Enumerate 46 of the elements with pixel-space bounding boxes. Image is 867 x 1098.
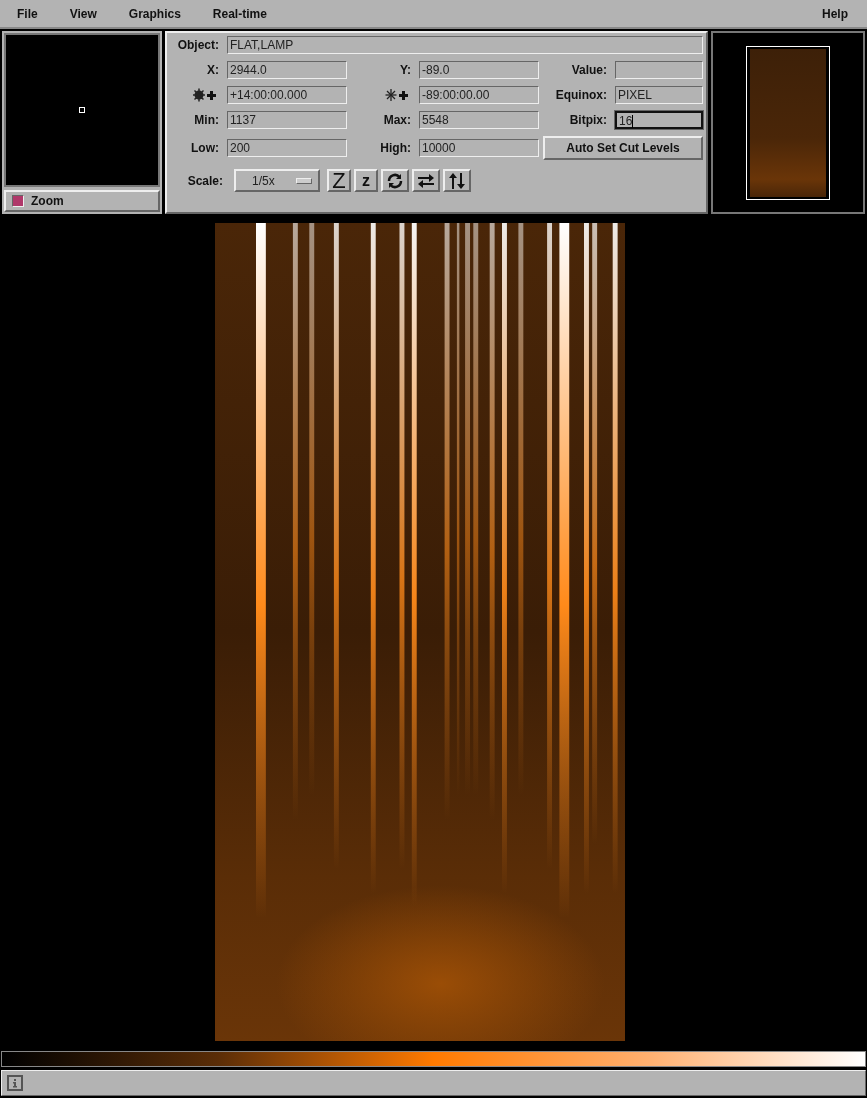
field-label: High: xyxy=(379,141,412,155)
text-field[interactable]: 2944.0 xyxy=(227,61,347,79)
field-label: X: xyxy=(206,63,220,77)
field-label: Low: xyxy=(190,141,220,155)
text-field[interactable]: 16 xyxy=(615,111,703,129)
sun-plus-icon xyxy=(193,88,219,102)
flip-horizontal-button[interactable] xyxy=(412,169,440,192)
text-field[interactable]: 1137 xyxy=(227,111,347,129)
menu-item[interactable]: Real-time xyxy=(202,6,276,21)
field-label: Value: xyxy=(570,63,608,77)
up-down-arrows-icon xyxy=(448,172,466,189)
field-label: Max: xyxy=(382,113,412,127)
text-field[interactable]: +14:00:00.000 xyxy=(227,86,347,104)
menu-item[interactable]: Help xyxy=(812,6,857,21)
text-field[interactable]: 10000 xyxy=(419,139,539,157)
auto-set-cut-levels-button[interactable]: Auto Set Cut Levels xyxy=(543,136,703,160)
menu-item[interactable]: View xyxy=(59,6,106,21)
text-field[interactable]: -89:00:00.00 xyxy=(419,86,539,104)
field-label: Equinox: xyxy=(554,88,608,102)
menu-item[interactable]: File xyxy=(7,6,47,21)
text-field[interactable]: FLAT,LAMP xyxy=(227,36,703,54)
scale-menu[interactable]: 1/5x xyxy=(234,169,320,192)
zoom-toggle[interactable]: Zoom xyxy=(4,190,160,212)
rotate-button[interactable] xyxy=(381,169,409,192)
menu-item[interactable]: Graphics xyxy=(118,6,190,21)
field-label: Bitpix: xyxy=(568,113,608,127)
zoom-in-button[interactable]: Z xyxy=(327,169,351,192)
option-indicator-icon xyxy=(296,177,312,184)
text-field[interactable]: PIXEL xyxy=(615,86,703,104)
cursor-marker-icon xyxy=(79,107,85,113)
left-right-arrows-icon xyxy=(417,172,435,189)
text-field[interactable] xyxy=(615,61,703,79)
text-field[interactable]: -89.0 xyxy=(419,61,539,79)
scale-label: Scale: xyxy=(186,173,224,188)
toggle-indicator[interactable] xyxy=(12,195,24,207)
flip-vertical-button[interactable] xyxy=(443,169,471,192)
field-label: Min: xyxy=(193,113,220,127)
text-field[interactable]: 5548 xyxy=(419,111,539,129)
info-icon xyxy=(7,1075,23,1091)
text-field[interactable]: 200 xyxy=(227,139,347,157)
star-plus-icon xyxy=(385,88,411,102)
text-cursor xyxy=(632,115,634,129)
rotate-arrows-icon xyxy=(386,172,404,189)
field-label: Object: xyxy=(176,38,220,52)
zoom-out-button[interactable]: z xyxy=(354,169,378,192)
field-label: Y: xyxy=(398,63,412,77)
